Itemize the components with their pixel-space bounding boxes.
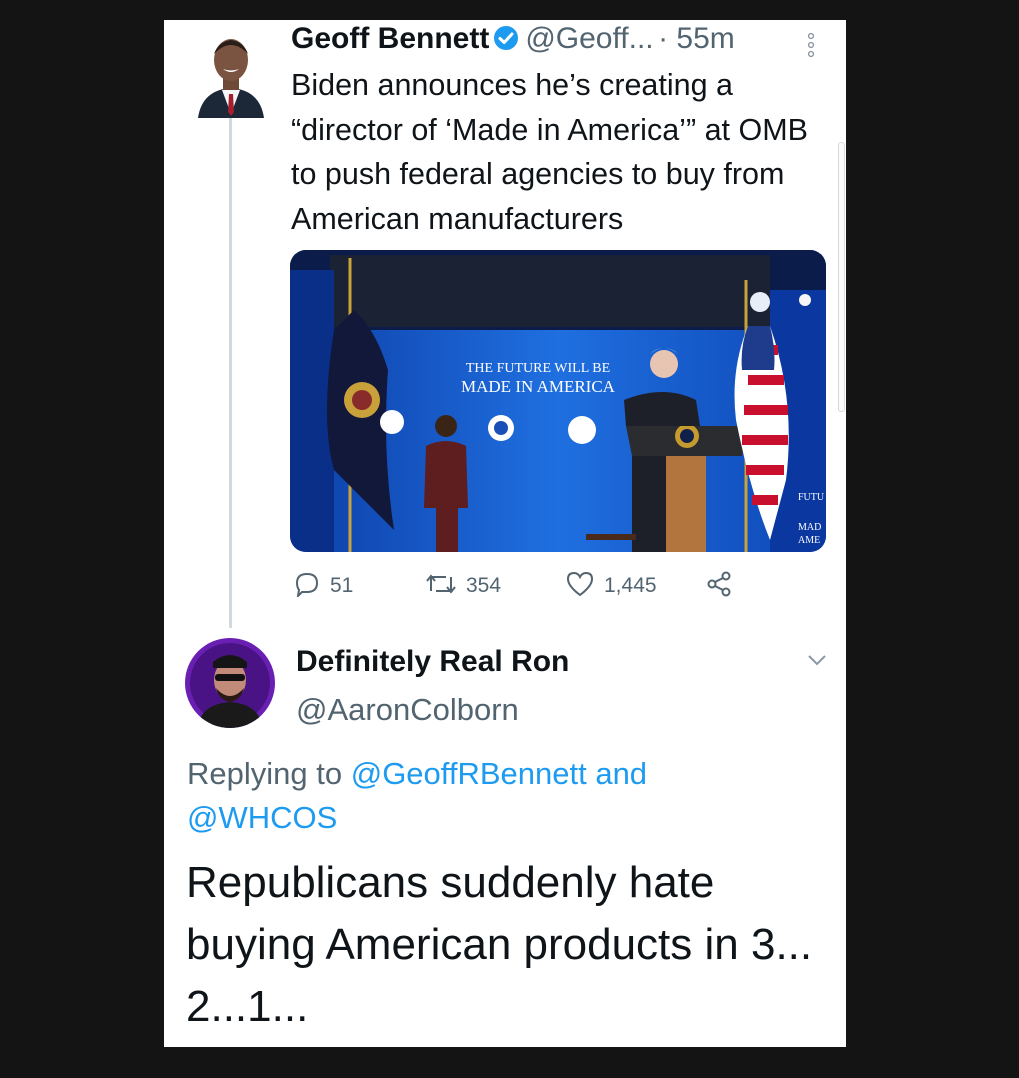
photo-side-line1: FUTU (798, 492, 825, 503)
tweet-actions: 51 354 1,445 (290, 570, 750, 602)
reply-author-handle[interactable]: @AaronColborn (296, 692, 519, 728)
scrollbar[interactable] (838, 142, 845, 412)
tweet-header: Geoff Bennett @Geoff... · 55m (291, 22, 831, 62)
photo-banner-line2: MADE IN AMERICA (461, 377, 616, 396)
tweet-text: Biden announces he’s creating a “directo… (291, 68, 808, 237)
retweet-icon (426, 571, 456, 602)
photo-side-line3: AME (798, 535, 820, 546)
author-name[interactable]: Geoff Bennett (291, 22, 489, 55)
retweet-button[interactable]: 354 (426, 570, 501, 602)
replying-joiner[interactable]: and (595, 756, 647, 791)
share-icon (706, 571, 732, 602)
reply-button[interactable]: 51 (294, 570, 353, 602)
verified-badge-icon (493, 25, 519, 56)
tweet-photo[interactable]: THE FUTURE WILL BE MADE IN AMERICA FUTU … (290, 250, 826, 552)
like-button[interactable]: 1,445 (566, 570, 657, 602)
mention-geoffrbennett[interactable]: @GeoffRBennett (351, 756, 587, 791)
retweet-count: 354 (466, 574, 502, 597)
author-avatar[interactable] (196, 24, 266, 118)
replying-to: Replying to @GeoffRBennett and @WHCOS (187, 752, 827, 840)
chevron-down-icon[interactable] (806, 652, 828, 668)
share-button[interactable] (706, 570, 732, 602)
author-handle[interactable]: @Geoff... (525, 22, 653, 55)
reply-text: Republicans suddenly hate buying America… (186, 858, 813, 1031)
replying-prefix: Replying to (187, 756, 343, 791)
more-dots-icon[interactable] (806, 32, 816, 58)
reply-icon (294, 571, 320, 602)
thread-connector-line (229, 118, 232, 628)
reply-count: 51 (330, 574, 354, 597)
mention-whcos[interactable]: @WHCOS (187, 800, 337, 835)
reply-author-avatar[interactable] (185, 638, 275, 728)
reply-author-name[interactable]: Definitely Real Ron (296, 645, 569, 679)
tweet-timestamp[interactable]: · 55m (658, 22, 735, 55)
photo-side-line2: MAD (798, 522, 821, 533)
like-count: 1,445 (604, 574, 657, 597)
photo-banner-line1: THE FUTURE WILL BE (466, 361, 610, 376)
like-icon (566, 571, 594, 602)
